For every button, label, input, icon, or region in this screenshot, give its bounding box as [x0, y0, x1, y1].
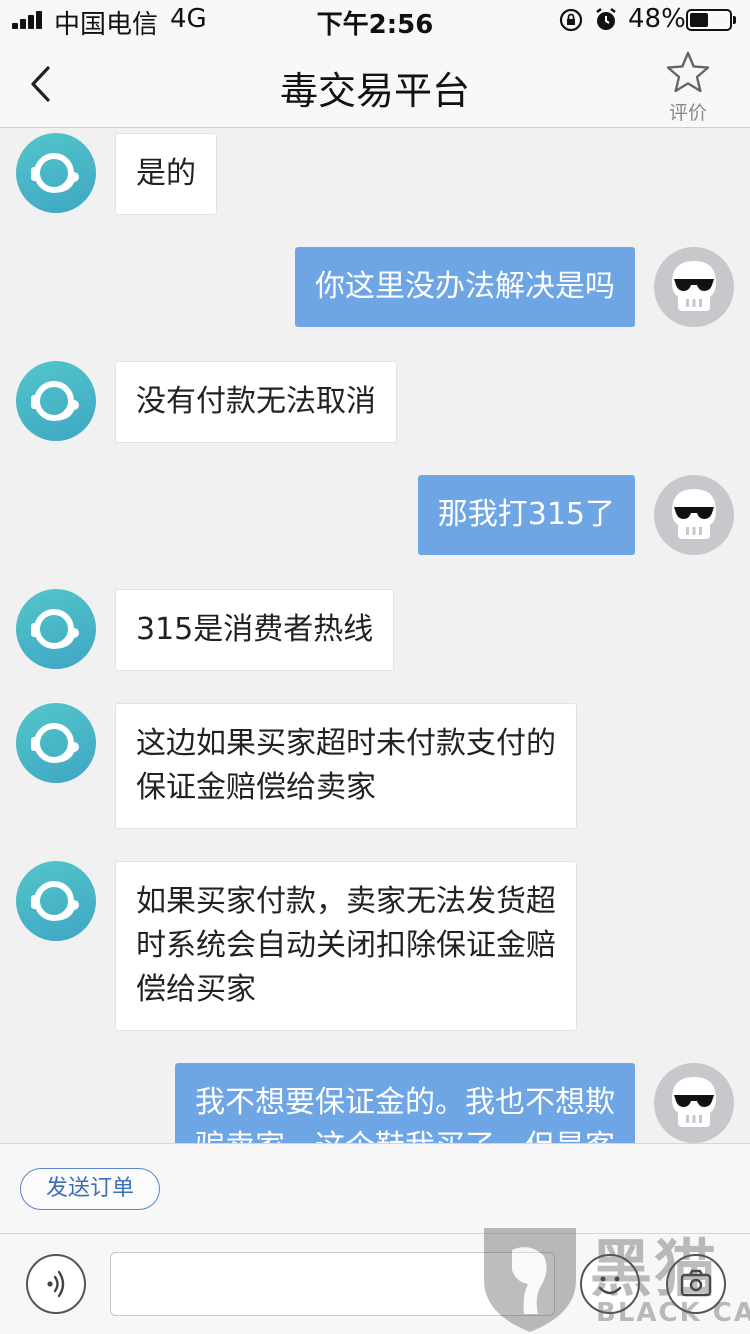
- headset-icon: [31, 723, 79, 763]
- agent-avatar[interactable]: [16, 361, 96, 441]
- battery-percent: 48%: [628, 4, 686, 34]
- battery-icon: [686, 9, 736, 31]
- agent-message: 如果买家付款，卖家无法发货超 时系统会自动关闭扣除保证金赔 偿给买家: [115, 861, 577, 1031]
- headset-icon: [31, 381, 79, 421]
- agent-message: 是的: [115, 133, 217, 215]
- user-avatar[interactable]: [654, 247, 734, 327]
- agent-message: 315是消费者热线: [115, 589, 395, 671]
- quick-action-bar: 发送订单: [0, 1143, 750, 1233]
- alarm-icon: [596, 8, 616, 30]
- camera-button[interactable]: [666, 1254, 726, 1314]
- page-title: 毒交易平台: [279, 69, 470, 113]
- input-bar: [0, 1233, 750, 1334]
- user-message: 那我打315了: [417, 475, 635, 555]
- skull-sunglasses-icon: [672, 489, 716, 539]
- rotation-lock-icon: [559, 8, 583, 32]
- rate-button[interactable]: 评价: [660, 50, 716, 124]
- user-message: 我不想要保证金的。我也不想欺 骗卖家，这个鞋我买了，但是客: [175, 1063, 635, 1143]
- nav-bar: 毒交易平台 评价: [0, 40, 750, 128]
- rate-label: 评价: [668, 102, 707, 124]
- emoji-icon: [598, 1276, 622, 1295]
- agent-message: 这边如果买家超时未付款支付的 保证金赔偿给卖家: [115, 703, 577, 829]
- headset-icon: [31, 153, 79, 193]
- skull-sunglasses-icon: [672, 1077, 716, 1127]
- user-message: 你这里没办法解决是吗: [295, 247, 635, 327]
- skull-sunglasses-icon: [672, 261, 716, 311]
- message-input[interactable]: [110, 1252, 555, 1316]
- voice-icon: [47, 1270, 65, 1298]
- agent-message: 没有付款无法取消: [115, 361, 397, 443]
- headset-icon: [31, 881, 79, 921]
- agent-avatar[interactable]: [16, 861, 96, 941]
- chat-area[interactable]: 是的 你这里没办法解决是吗 没有付款无法取消 那我打315了 315是消费者热线…: [0, 129, 750, 1143]
- voice-button[interactable]: [26, 1254, 86, 1314]
- emoji-button[interactable]: [580, 1254, 640, 1314]
- user-avatar[interactable]: [654, 1063, 734, 1143]
- status-bar: 中国电信 4G 下午2:56 48%: [0, 0, 750, 40]
- agent-avatar[interactable]: [16, 589, 96, 669]
- user-avatar[interactable]: [654, 475, 734, 555]
- send-order-button[interactable]: 发送订单: [20, 1168, 160, 1210]
- star-icon: [666, 51, 710, 93]
- agent-avatar[interactable]: [16, 133, 96, 213]
- headset-icon: [31, 609, 79, 649]
- agent-avatar[interactable]: [16, 703, 96, 783]
- camera-icon: [680, 1269, 712, 1297]
